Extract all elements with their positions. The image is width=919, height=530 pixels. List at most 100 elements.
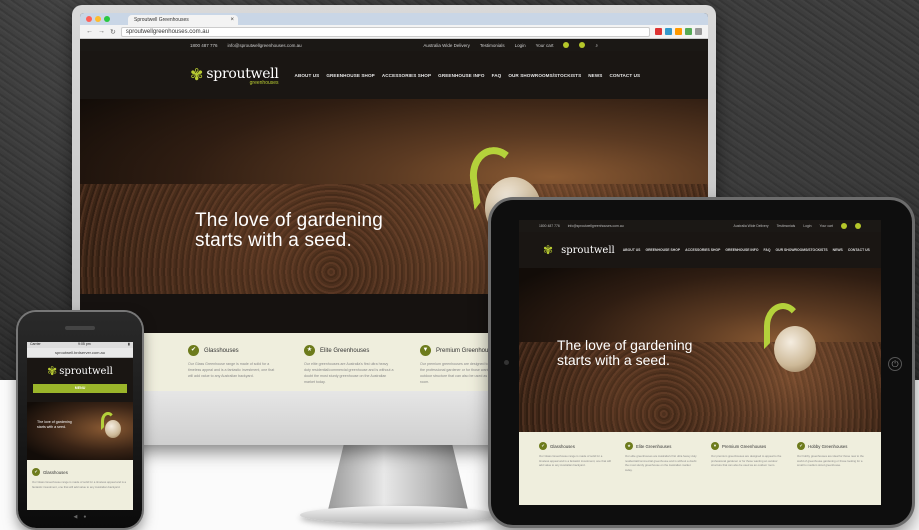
feature-body: Our premium greenhouses are designed to …	[711, 454, 782, 467]
site-logo[interactable]: ✾ sproutwell greenhouses	[190, 65, 279, 86]
nav-showrooms[interactable]: OUR SHOWROOMS/STOCKISTS	[776, 248, 828, 252]
phone-device: Carrier 9:05 pm ▮ sproutwell.brdserver.c…	[18, 312, 142, 528]
browser-toolbar: ← → ↻ sproutwellgreenhouses.com.au	[80, 25, 708, 39]
nav-contact-us[interactable]: CONTACT US	[609, 73, 640, 78]
testimonials-link[interactable]: Testimonials	[480, 43, 505, 48]
login-link[interactable]: Login	[803, 224, 811, 228]
seed-image	[774, 326, 816, 372]
address-bar[interactable]: sproutwellgreenhouses.com.au	[120, 26, 650, 37]
phone-screen: Carrier 9:05 pm ▮ sproutwell.brdserver.c…	[27, 342, 133, 510]
feature-premium[interactable]: ▼ Premium Greenhouses Our premium greenho…	[711, 442, 783, 505]
nav-contact-us[interactable]: CONTACT US	[848, 248, 870, 252]
feature-glasshouses[interactable]: ✔ Glasshouses Our Glass Greenhouse range …	[539, 442, 611, 505]
browser-tabbar: Sproutwell Greenhouses ×	[80, 13, 708, 25]
nav-greenhouse-info[interactable]: GREENHOUSE INFO	[438, 73, 484, 78]
tablet-home-button[interactable]: ⏻	[888, 357, 902, 371]
browser-tab[interactable]: Sproutwell Greenhouses ×	[128, 15, 238, 25]
phone-speaker	[65, 326, 95, 330]
hero-headline: The love of gardening starts with a seed…	[37, 420, 72, 429]
cart-link[interactable]: Your cart	[820, 224, 833, 228]
extension-icon[interactable]	[675, 28, 682, 35]
main-nav: ABOUT US GREENHOUSE SHOP ACCESSORIES SHO…	[295, 73, 641, 78]
cart-count-icon	[563, 42, 570, 48]
feature-body: Our elite greenhouses are Australia's fi…	[304, 362, 394, 384]
menu-icon[interactable]	[695, 28, 702, 35]
nav-greenhouse-shop[interactable]: GREENHOUSE SHOP	[645, 248, 680, 252]
window-controls	[86, 16, 110, 22]
forward-icon[interactable]: →	[98, 28, 105, 35]
trophy-icon: ▼	[420, 345, 431, 356]
site-topbar: 1800 487 776 info@sproutwellgreenhouses.…	[80, 39, 708, 51]
nav-accessories-shop[interactable]: ACCESSORIES SHOP	[685, 248, 720, 252]
feature-title: Glasshouses	[43, 469, 68, 475]
phone-feature[interactable]: ✔ Glasshouses Our Glass Greenhouse range …	[27, 460, 133, 510]
tablet-screen: 1800 487 776 info@sproutwellgreenhouses.…	[519, 220, 881, 505]
reload-icon[interactable]: ↻	[110, 28, 116, 36]
delivery-link[interactable]: Australia Wide Delivery	[423, 43, 470, 48]
testimonials-link[interactable]: Testimonials	[777, 224, 796, 228]
cart-link[interactable]: Your cart	[536, 43, 554, 48]
phone-number[interactable]: 1800 487 776	[539, 224, 560, 228]
search-icon[interactable]: ⌕	[595, 43, 598, 48]
delivery-link[interactable]: Australia Wide Delivery	[734, 224, 769, 228]
logo-name[interactable]: sproutwell	[561, 245, 615, 256]
cart-total-icon	[855, 223, 861, 229]
tablet-features-panel: ✔ Glasshouses Our Glass Greenhouse range …	[519, 432, 881, 505]
tablet-topbar: 1800 487 776 info@sproutwellgreenhouses.…	[519, 220, 881, 232]
feature-glasshouses[interactable]: ✔ Glasshouses Our Glass Greenhouse range …	[188, 345, 278, 391]
menu-button[interactable]: MENU	[33, 384, 127, 393]
tablet-hero: The love of gardening starts with a seed…	[519, 268, 881, 432]
nav-news[interactable]: NEWS	[833, 248, 843, 252]
nav-faq[interactable]: FAQ	[492, 73, 502, 78]
star-icon: ★	[304, 345, 315, 356]
extension-icons	[655, 28, 702, 35]
email-link[interactable]: info@sproutwellgreenhouses.com.au	[228, 43, 302, 48]
nav-greenhouse-shop[interactable]: GREENHOUSE SHOP	[326, 73, 374, 78]
cart-count-icon	[841, 223, 847, 229]
extension-icon[interactable]	[655, 28, 662, 35]
feature-title: Premium Greenhouses	[722, 443, 767, 449]
home-icon[interactable]: ●	[83, 514, 86, 524]
back-icon[interactable]: ◀	[74, 514, 78, 524]
phone-logo[interactable]: ✾ sproutwell	[27, 358, 133, 384]
check-icon: ✔	[539, 442, 547, 450]
feature-elite[interactable]: ★ Elite Greenhouses Our elite greenhouses…	[304, 345, 394, 391]
back-icon[interactable]: ←	[86, 28, 93, 35]
nav-news[interactable]: NEWS	[588, 73, 602, 78]
phone-number[interactable]: 1800 487 776	[190, 43, 218, 48]
trophy-icon: ▼	[711, 442, 719, 450]
hero-headline: The love of gardening starts with a seed…	[557, 337, 693, 368]
nav-faq[interactable]: FAQ	[764, 248, 771, 252]
browser-tab-title: Sproutwell Greenhouses	[134, 17, 189, 23]
extension-icon[interactable]	[665, 28, 672, 35]
feature-title: Elite Greenhouses	[320, 347, 370, 354]
phone-home-button[interactable]: ◀ ●	[68, 514, 92, 524]
login-link[interactable]: Login	[515, 43, 526, 48]
minimize-window-icon[interactable]	[95, 16, 101, 22]
close-tab-icon[interactable]: ×	[230, 15, 234, 25]
check-icon: ✔	[188, 345, 199, 356]
tablet-header: ✾ sproutwell ABOUT US GREENHOUSE SHOP AC…	[519, 232, 881, 268]
nav-showrooms[interactable]: OUR SHOWROOMS/STOCKISTS	[508, 73, 581, 78]
logo-name: sproutwell	[59, 365, 113, 377]
nav-about-us[interactable]: ABOUT US	[623, 248, 641, 252]
nav-greenhouse-info[interactable]: GREENHOUSE INFO	[725, 248, 758, 252]
feature-body: Our Glass Greenhouse range is made of so…	[539, 454, 611, 467]
nav-about-us[interactable]: ABOUT US	[295, 73, 320, 78]
feature-hobby[interactable]: ✔ Hobby Greenhouses Our hobby greenhouses…	[797, 442, 869, 505]
feature-body: Our Glass Greenhouse range is made of so…	[188, 362, 275, 378]
feature-elite[interactable]: ★ Elite Greenhouses Our elite greenhouses…	[625, 442, 697, 505]
logo-plant-icon: ✾	[543, 243, 554, 257]
check-icon: ✔	[32, 468, 40, 476]
extension-icon[interactable]	[685, 28, 692, 35]
email-link[interactable]: info@sproutwellgreenhouses.com.au	[568, 224, 624, 228]
maximize-window-icon[interactable]	[104, 16, 110, 22]
monitor-stand-base	[300, 506, 496, 524]
nav-accessories-shop[interactable]: ACCESSORIES SHOP	[382, 73, 431, 78]
phone-hero: The love of gardening starts with a seed…	[27, 402, 133, 460]
close-window-icon[interactable]	[86, 16, 92, 22]
battery-icon: ▮	[128, 342, 130, 346]
feature-title: Elite Greenhouses	[636, 443, 672, 449]
seed-image	[105, 420, 121, 438]
phone-address-bar[interactable]: sproutwell.brdserver.com.au	[27, 348, 133, 358]
